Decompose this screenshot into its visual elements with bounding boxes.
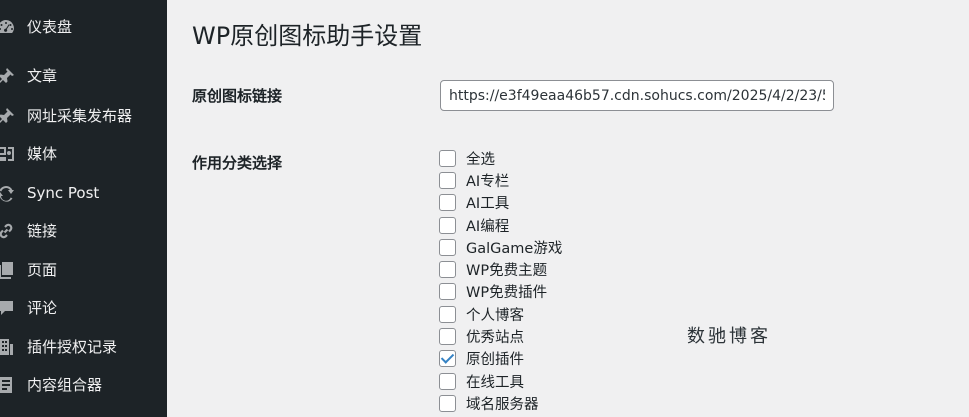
sidebar-item-label: 评论 [27,299,58,317]
category-option[interactable]: AI专栏 [439,169,562,191]
sidebar-item-label: 插件授权记录 [27,338,118,356]
checkbox[interactable] [439,194,456,212]
checkbox[interactable] [439,283,456,301]
category-option[interactable]: 优秀站点 [439,325,562,347]
checkbox[interactable] [439,171,456,189]
category-option-label: 个人博客 [466,307,524,324]
comment-icon [0,298,16,318]
pin-icon [0,66,16,86]
category-option-label: 优秀站点 [466,330,524,347]
sidebar-item-media[interactable]: 媒体 [0,137,167,171]
sidebar-item-label: Sync Post [27,184,100,202]
checkbox[interactable] [439,328,456,346]
checkbox[interactable] [439,372,456,390]
link-icon [0,221,16,241]
dashboard-icon [0,17,16,37]
sidebar-item-license-records[interactable]: 插件授权记录 [0,330,167,364]
category-option-label: AI专栏 [466,173,510,190]
sidebar-item-label: 页面 [27,261,58,279]
category-option[interactable]: 原创插件 [439,348,562,370]
checkbox[interactable] [439,394,456,412]
sidebar-item-url-collector[interactable]: 网址采集发布器 [0,99,167,133]
category-option-label: WP免费插件 [466,285,548,302]
category-option[interactable]: WP免费主题 [439,258,562,280]
category-option[interactable]: WP免费插件 [439,281,562,303]
category-option[interactable]: 在线工具 [439,370,562,392]
sidebar-item-sync-post[interactable]: Sync Post [0,176,167,210]
sidebar-item-links[interactable]: 链接 [0,214,167,248]
watermark-text: 数驰博客 [687,326,771,347]
checkbox[interactable] [439,216,456,234]
sidebar-item-pages[interactable]: 页面 [0,253,167,287]
sidebar-item-label: 仪表盘 [27,18,73,36]
sidebar-item-dashboard[interactable]: 仪表盘 [0,10,167,44]
building-icon [0,337,16,357]
checkbox[interactable] [439,238,456,256]
sync-icon [0,183,16,203]
checkbox-checked[interactable] [439,350,456,368]
admin-sidebar: 仪表盘 文章 网址采集发布器 媒体 Sync Post 链接 页面 评论 插件授… [0,0,167,417]
checkbox[interactable] [439,149,456,167]
category-option-label: 域名服务器 [466,396,539,413]
media-icon [0,144,16,164]
icon-url-label: 原创图标链接 [192,87,283,105]
category-option-label: 原创插件 [466,352,524,369]
category-select-label: 作用分类选择 [192,154,283,172]
category-option-label: GalGame游戏 [466,240,563,257]
category-option[interactable]: AI工具 [439,192,562,214]
category-option[interactable]: GalGame游戏 [439,236,562,258]
category-option-label: 在线工具 [466,374,524,391]
settings-page: WP原创图标助手设置 原创图标链接 作用分类选择 全选 AI专栏 AI工具 AI… [167,0,969,417]
category-option[interactable]: 个人博客 [439,303,562,325]
sidebar-item-posts[interactable]: 文章 [0,59,167,93]
sidebar-item-label: 媒体 [27,145,58,163]
icon-url-input[interactable] [440,80,834,111]
category-option-label: AI工具 [466,196,510,213]
document-icon [0,375,16,395]
pages-icon [0,260,16,280]
category-option[interactable]: 域名服务器 [439,392,562,414]
category-checkbox-list: 全选 AI专栏 AI工具 AI编程 GalGame游戏 WP免费主题 WP免费插… [439,147,562,415]
sidebar-item-content-combiner[interactable]: 内容组合器 [0,368,167,402]
pin-icon [0,106,16,126]
category-option-label: 全选 [466,151,495,168]
category-option[interactable]: AI编程 [439,214,562,236]
category-option-select-all[interactable]: 全选 [439,147,562,169]
page-title: WP原创图标助手设置 [192,22,423,50]
category-option-label: WP免费主题 [466,263,548,280]
sidebar-item-comments[interactable]: 评论 [0,291,167,325]
category-option-label: AI编程 [466,218,510,235]
sidebar-item-label: 文章 [27,67,58,85]
checkbox[interactable] [439,261,456,279]
sidebar-item-label: 内容组合器 [27,376,103,394]
sidebar-item-label: 链接 [27,222,58,240]
sidebar-item-label: 网址采集发布器 [27,107,133,125]
checkbox[interactable] [439,305,456,323]
